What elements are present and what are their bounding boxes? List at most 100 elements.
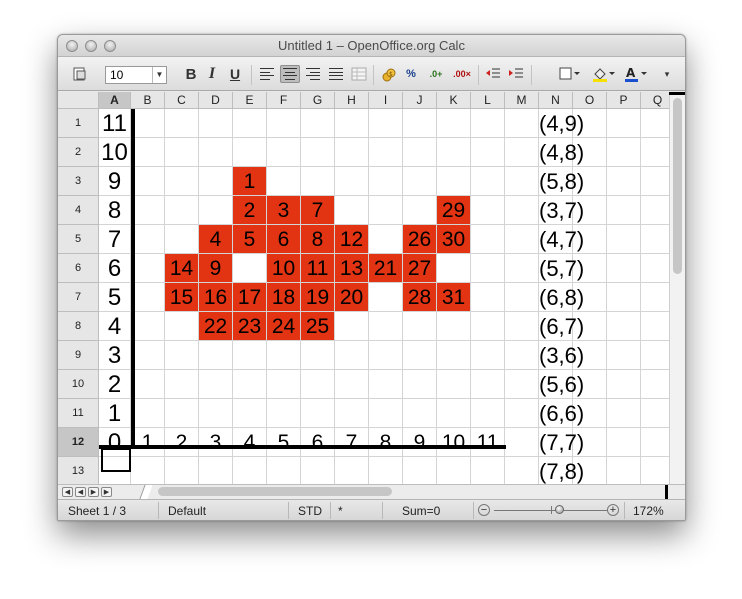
column-header-m[interactable]: M — [505, 92, 539, 109]
cell-m12[interactable] — [505, 428, 539, 457]
cell-d2[interactable] — [199, 138, 233, 167]
cell-e12[interactable]: 4 — [233, 428, 267, 457]
selection-mode[interactable]: STD — [298, 504, 322, 518]
cell-i10[interactable] — [369, 370, 403, 399]
cell-j6[interactable]: 27 — [403, 254, 437, 283]
cell-g12[interactable]: 6 — [301, 428, 335, 457]
cell-a11[interactable]: 1 — [99, 399, 131, 428]
cell-a1[interactable]: 11 — [99, 109, 131, 138]
vertical-split-handle[interactable] — [669, 92, 685, 95]
cell-d6[interactable]: 9 — [199, 254, 233, 283]
cell-b12[interactable]: 1 — [131, 428, 165, 457]
cell-a10[interactable]: 2 — [99, 370, 131, 399]
increase-indent-icon[interactable] — [507, 65, 525, 83]
cell-k7[interactable]: 31 — [437, 283, 471, 312]
cell-a2[interactable]: 10 — [99, 138, 131, 167]
currency-icon[interactable]: $ — [380, 65, 398, 83]
cell-i5[interactable] — [369, 225, 403, 254]
cell-j13[interactable] — [403, 457, 437, 484]
cell-i4[interactable] — [369, 196, 403, 225]
justify-icon[interactable] — [327, 65, 345, 83]
toolbar-overflow-icon[interactable]: ▾ — [662, 65, 672, 83]
cell-m7[interactable] — [505, 283, 539, 312]
spreadsheet-grid[interactable]: ABCDEFGHIJKLMNOPQ 1 2 3 4 5 6 7 8 9 10 11 12 13 11 (4… — [58, 92, 685, 484]
merge-cells-icon[interactable] — [350, 65, 368, 83]
cell-k2[interactable] — [437, 138, 471, 167]
cell-g3[interactable] — [301, 167, 335, 196]
cell-e5[interactable]: 5 — [233, 225, 267, 254]
cell-h4[interactable] — [335, 196, 369, 225]
cell-h3[interactable] — [335, 167, 369, 196]
cell-k1[interactable] — [437, 109, 471, 138]
cell-j11[interactable] — [403, 399, 437, 428]
cell-p10[interactable] — [607, 370, 641, 399]
cell-n12[interactable]: (7,7) — [539, 428, 584, 457]
cell-e6[interactable] — [233, 254, 267, 283]
background-color-icon[interactable] — [591, 65, 617, 83]
cell-g6[interactable]: 11 — [301, 254, 335, 283]
column-header-b[interactable]: B — [131, 92, 165, 109]
decrease-indent-icon[interactable] — [484, 65, 502, 83]
delete-decimal-icon[interactable]: .00× — [452, 65, 472, 83]
cell-f4[interactable]: 3 — [267, 196, 301, 225]
column-header-f[interactable]: F — [267, 92, 301, 109]
cell-d8[interactable]: 22 — [199, 312, 233, 341]
cell-g7[interactable]: 19 — [301, 283, 335, 312]
cell-g1[interactable] — [301, 109, 335, 138]
cell-m5[interactable] — [505, 225, 539, 254]
horizontal-scrollbar[interactable] — [158, 487, 658, 497]
align-center-icon[interactable] — [280, 65, 300, 83]
cell-k11[interactable] — [437, 399, 471, 428]
column-header-e[interactable]: E — [233, 92, 267, 109]
cell-b5[interactable] — [131, 225, 165, 254]
cell-k12[interactable]: 10 — [437, 428, 471, 457]
column-header-l[interactable]: L — [471, 92, 505, 109]
cell-n3[interactable]: (5,8) — [539, 167, 584, 196]
cell-h10[interactable] — [335, 370, 369, 399]
cell-m2[interactable] — [505, 138, 539, 167]
cell-l8[interactable] — [471, 312, 505, 341]
cell-c12[interactable]: 2 — [165, 428, 199, 457]
cell-j5[interactable]: 26 — [403, 225, 437, 254]
cell-l6[interactable] — [471, 254, 505, 283]
cell-l11[interactable] — [471, 399, 505, 428]
cell-n13[interactable]: (7,8) — [539, 457, 584, 484]
page-style[interactable]: Default — [168, 504, 206, 518]
cell-i11[interactable] — [369, 399, 403, 428]
cell-a5[interactable]: 7 — [99, 225, 131, 254]
cell-g5[interactable]: 8 — [301, 225, 335, 254]
cell-b2[interactable] — [131, 138, 165, 167]
cell-m13[interactable] — [505, 457, 539, 484]
sheet-indicator[interactable]: Sheet 1 / 3 — [68, 504, 126, 518]
cell-b1[interactable] — [131, 109, 165, 138]
row-header-10[interactable]: 10 — [58, 370, 99, 399]
column-header-p[interactable]: P — [607, 92, 641, 109]
cell-d3[interactable] — [199, 167, 233, 196]
cell-k13[interactable] — [437, 457, 471, 484]
first-sheet-icon[interactable]: ◀ — [62, 487, 73, 497]
column-header-c[interactable]: C — [165, 92, 199, 109]
cell-n8[interactable]: (6,7) — [539, 312, 584, 341]
cell-f9[interactable] — [267, 341, 301, 370]
cell-j2[interactable] — [403, 138, 437, 167]
horizontal-split-handle[interactable] — [665, 485, 668, 499]
cell-d7[interactable]: 16 — [199, 283, 233, 312]
cell-l9[interactable] — [471, 341, 505, 370]
next-sheet-icon[interactable]: ▶ — [88, 487, 99, 497]
cell-c7[interactable]: 15 — [165, 283, 199, 312]
cell-n7[interactable]: (6,8) — [539, 283, 584, 312]
cell-k6[interactable] — [437, 254, 471, 283]
cell-i8[interactable] — [369, 312, 403, 341]
cell-f3[interactable] — [267, 167, 301, 196]
cell-j1[interactable] — [403, 109, 437, 138]
underline-button[interactable]: U — [227, 65, 243, 83]
row-header-1[interactable]: 1 — [58, 109, 99, 138]
cell-p7[interactable] — [607, 283, 641, 312]
cell-c9[interactable] — [165, 341, 199, 370]
cell-p1[interactable] — [607, 109, 641, 138]
cell-n1[interactable]: (4,9) — [539, 109, 584, 138]
row-header-6[interactable]: 6 — [58, 254, 99, 283]
cell-c5[interactable] — [165, 225, 199, 254]
cell-m6[interactable] — [505, 254, 539, 283]
column-header-o[interactable]: O — [573, 92, 607, 109]
